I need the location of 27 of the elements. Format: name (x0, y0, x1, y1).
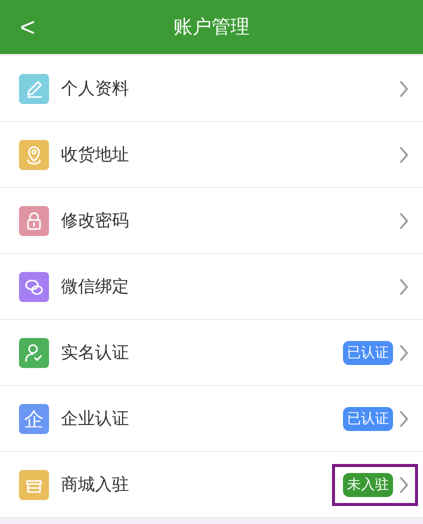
menu-label: 个人资料 (61, 78, 129, 100)
status-badge: 已认证 (343, 406, 393, 430)
menu-row[interactable]: 微信绑定 (0, 254, 423, 320)
menu-row[interactable]: 实名认证 已认证 (0, 320, 423, 386)
chevron-right-icon (399, 476, 409, 494)
menu-label: 实名认证 (61, 342, 129, 364)
chevron-right-icon (399, 410, 409, 428)
menu-label: 企业认证 (61, 408, 129, 430)
menu-row[interactable]: 个人资料 (0, 56, 423, 122)
chevron-right-icon (399, 212, 409, 230)
chevron-right-icon (399, 80, 409, 98)
menu-row[interactable]: 修改密码 (0, 188, 423, 254)
chevron-right-icon (399, 146, 409, 164)
menu-label: 收货地址 (61, 144, 129, 166)
menu-label: 商城入驻 (61, 474, 129, 496)
menu-row[interactable]: 收货地址 (0, 122, 423, 188)
menu-row[interactable]: 商城入驻 未入驻 (0, 452, 423, 518)
back-button[interactable]: < (14, 9, 42, 45)
menu-label: 微信绑定 (61, 276, 129, 298)
menu-row[interactable]: 企 企业认证 已认证 (0, 386, 423, 452)
enterprise-icon: 企 (19, 404, 49, 434)
page-title: 账户管理 (174, 15, 250, 40)
status-badge: 已认证 (343, 340, 393, 364)
status-badge: 未入驻 (343, 472, 393, 496)
chevron-right-icon (399, 278, 409, 296)
chevron-right-icon (399, 344, 409, 362)
menu-label: 修改密码 (61, 210, 129, 232)
